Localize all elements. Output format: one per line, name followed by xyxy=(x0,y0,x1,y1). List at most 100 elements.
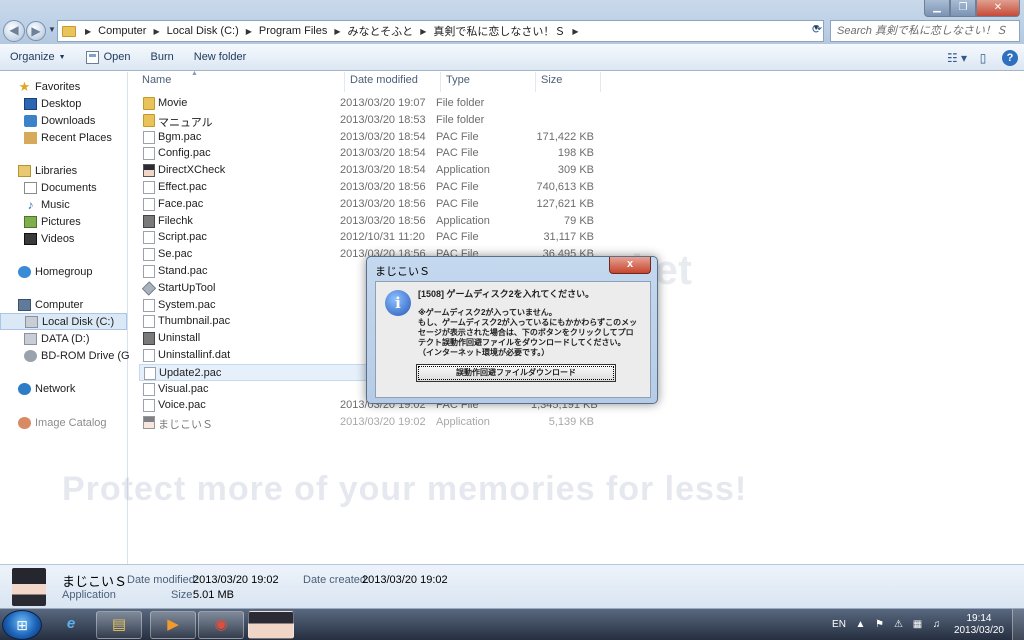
nav-recent-places[interactable]: Recent Places xyxy=(0,129,127,146)
nav-network[interactable]: Network xyxy=(0,380,127,397)
nav-favorites[interactable]: ★ Favorites xyxy=(0,78,127,95)
column-name[interactable]: Name xyxy=(142,74,171,89)
nav-label: Homegroup xyxy=(35,265,93,278)
chevron-right-icon[interactable]: ▶ xyxy=(243,27,255,36)
dialog-message-line: もし、ゲームディスク2が入っているにもかかわらずこのメッ xyxy=(418,318,638,327)
help-icon[interactable]: ? xyxy=(1002,49,1018,66)
address-bar[interactable]: ▶ Computer ▶ Local Disk (C:) ▶ Program F… xyxy=(57,20,824,42)
dialog-message-line: テクト誤動作回避ファイルをダウンロードしてください。 xyxy=(418,338,626,347)
column-divider[interactable] xyxy=(600,72,601,92)
nav-local-disk[interactable]: Local Disk (C:) xyxy=(0,313,127,330)
nav-bd-rom[interactable]: BD-ROM Drive (G:) M xyxy=(0,347,149,364)
breadcrumb-publisher[interactable]: みなとそふと xyxy=(344,21,418,41)
nav-data-d[interactable]: DATA (D:) xyxy=(0,330,127,347)
file-icon xyxy=(143,197,155,211)
breadcrumb-computer[interactable]: Computer xyxy=(94,21,150,41)
chrome-icon[interactable]: ◉ xyxy=(198,611,244,639)
nav-libraries[interactable]: Libraries xyxy=(0,162,127,179)
application-icon xyxy=(143,214,155,228)
file-row[interactable]: Bgm.pac 2013/03/20 18:54 PAC File 171,422 K… xyxy=(139,129,599,146)
system-tray: EN ▲ ⚑ ⚠ ▦ ♫ 19:14 2013/03/20 xyxy=(827,609,1024,640)
file-size: 171,422 KB xyxy=(536,130,595,143)
file-row[interactable]: Script.pac 2012/10/31 11:20 PAC File 31,117… xyxy=(139,229,599,246)
nav-label: Music xyxy=(41,198,70,211)
search-input[interactable]: Search 真剣で私に恋しなさい！Ｓ xyxy=(830,20,1020,42)
warning-icon[interactable]: ⚠ xyxy=(892,619,905,630)
organize-menu[interactable]: Organize ▼ xyxy=(0,44,76,71)
chevron-right-icon[interactable]: ▶ xyxy=(82,27,94,36)
chevron-right-icon[interactable]: ▶ xyxy=(150,27,162,36)
file-name: Uninstall xyxy=(158,332,201,345)
volume-icon[interactable]: ♫ xyxy=(930,619,943,630)
file-type: PAC File xyxy=(436,181,479,193)
column-divider[interactable] xyxy=(535,72,536,92)
nav-music[interactable]: ♪ Music xyxy=(0,196,127,213)
breadcrumb-program-files[interactable]: Program Files xyxy=(255,21,331,41)
column-type[interactable]: Type xyxy=(446,74,470,89)
nav-documents[interactable]: Documents xyxy=(0,179,127,196)
restore-button[interactable]: ❐ xyxy=(950,0,976,17)
back-button[interactable]: ◀ xyxy=(3,20,25,42)
file-name: System.pac xyxy=(158,298,216,311)
file-row[interactable]: Config.pac 2013/03/20 18:54 PAC File 198 KB xyxy=(139,145,599,162)
file-explorer-icon[interactable]: ▤ xyxy=(96,611,142,639)
file-row[interactable]: Face.pac 2013/03/20 18:56 PAC File 127,621 … xyxy=(139,196,599,213)
start-button[interactable]: ⊞ xyxy=(2,610,42,640)
game-app-icon[interactable] xyxy=(248,611,294,639)
clock[interactable]: 19:14 2013/03/20 xyxy=(946,613,1012,637)
download-fix-button[interactable]: 誤動作回避ファイルダウンロード xyxy=(416,364,616,382)
show-desktop-button[interactable] xyxy=(1012,609,1024,640)
open-button[interactable]: Open xyxy=(76,44,141,71)
nav-label: Computer xyxy=(35,298,84,311)
preview-pane-icon[interactable]: ▯ xyxy=(970,51,996,65)
view-options-icon[interactable]: ☷ ▾ xyxy=(944,51,970,65)
nav-pictures[interactable]: Pictures xyxy=(0,213,127,230)
file-row[interactable]: DirectXCheck 2013/03/20 18:54 Application 3… xyxy=(139,162,599,179)
nav-label: DATA (D:) xyxy=(41,332,90,345)
dialog-close-button[interactable]: x xyxy=(609,257,651,274)
show-hidden-icons-icon[interactable]: ▲ xyxy=(854,619,867,630)
network-tray-icon[interactable]: ▦ xyxy=(911,619,924,630)
refresh-icon[interactable]: ⟳ xyxy=(812,22,826,38)
recent-pages-dropdown-icon[interactable]: ▼ xyxy=(48,25,56,34)
file-row[interactable]: Movie 2013/03/20 19:07 File folder xyxy=(139,95,599,112)
sort-ascending-icon: ▲ xyxy=(191,70,198,77)
file-name: Filechk xyxy=(158,214,193,227)
file-row[interactable]: まじこいＳ 2013/03/20 19:02 Application 5,139 KB xyxy=(139,414,599,431)
folder-icon xyxy=(62,25,76,37)
column-date-modified[interactable]: Date modified xyxy=(350,74,418,89)
file-row[interactable]: Effect.pac 2013/03/20 18:56 PAC File 740,61… xyxy=(139,179,599,196)
nav-videos[interactable]: Videos xyxy=(0,230,127,247)
nav-image-catalog[interactable]: Image Catalog xyxy=(0,414,127,431)
column-size[interactable]: Size xyxy=(541,74,562,89)
file-name: Stand.pac xyxy=(158,265,208,277)
details-created-label: Date created: xyxy=(303,574,370,586)
details-file-name: まじこいＳ xyxy=(62,574,128,589)
minimize-button[interactable]: ▁ xyxy=(924,0,950,17)
internet-explorer-icon[interactable]: e xyxy=(48,611,94,639)
breadcrumb-game-folder[interactable]: 真剣で私に恋しなさい！Ｓ xyxy=(429,21,569,41)
nav-downloads[interactable]: Downloads xyxy=(0,112,127,129)
nav-computer[interactable]: Computer xyxy=(0,296,127,313)
column-divider[interactable] xyxy=(344,72,345,92)
folder-icon xyxy=(143,97,155,110)
desktop-icon xyxy=(24,97,37,110)
chevron-right-icon[interactable]: ▶ xyxy=(569,27,581,36)
breadcrumb-local-disk[interactable]: Local Disk (C:) xyxy=(163,21,243,41)
close-button[interactable]: ✕ xyxy=(976,0,1020,17)
clock-date: 2013/03/20 xyxy=(953,624,1004,636)
file-row[interactable]: マニュアル 2013/03/20 18:53 File folder xyxy=(139,112,599,129)
nav-desktop[interactable]: Desktop xyxy=(0,95,127,112)
column-divider[interactable] xyxy=(440,72,441,92)
new-folder-button[interactable]: New folder xyxy=(184,44,257,71)
chevron-right-icon[interactable]: ▶ xyxy=(331,27,343,36)
file-row[interactable]: Filechk 2013/03/20 18:56 Application 79 KB xyxy=(139,213,599,230)
music-icon: ♪ xyxy=(27,197,34,212)
burn-button[interactable]: Burn xyxy=(141,44,184,71)
media-player-icon[interactable]: ▶ xyxy=(150,611,196,639)
chevron-right-icon[interactable]: ▶ xyxy=(417,27,429,36)
language-indicator[interactable]: EN xyxy=(827,619,851,630)
forward-button[interactable]: ▶ xyxy=(26,21,46,41)
nav-homegroup[interactable]: Homegroup xyxy=(0,263,127,280)
flag-icon[interactable]: ⚑ xyxy=(873,619,886,630)
